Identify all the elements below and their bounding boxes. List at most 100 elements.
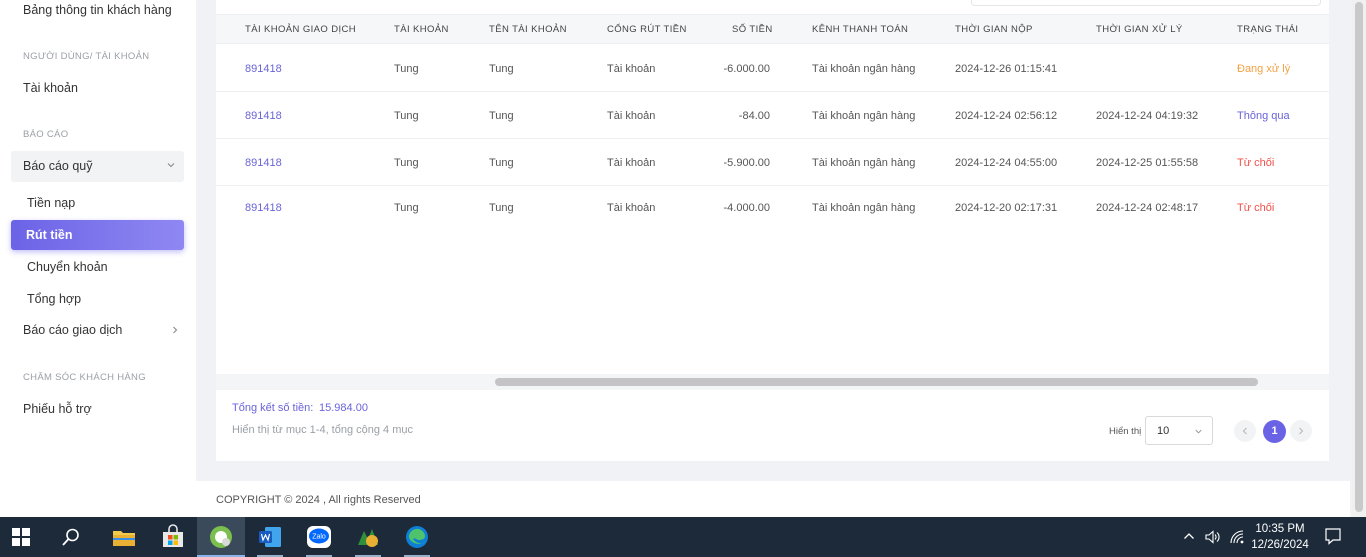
sidebar-item-customer-info[interactable]: Bảng thông tin khách hàng: [23, 3, 172, 17]
table-row: 891418 Tung Tung Tài khoản -84.00 Tài kh…: [216, 92, 1329, 139]
taskbar: Zalo 10:35 PM 12/26/2024: [0, 517, 1366, 557]
account-name-cell: Tung: [489, 110, 514, 122]
zalo-icon[interactable]: Zalo: [305, 523, 333, 551]
trading-account-link[interactable]: 891418: [245, 110, 282, 122]
amount-cell: -4.000.00: [723, 202, 770, 214]
metatrader-icon[interactable]: [354, 523, 382, 551]
taskbar-clock[interactable]: 10:35 PM 12/26/2024: [1248, 521, 1312, 553]
status-badge: Từ chối: [1237, 202, 1275, 214]
table-row: 891418 Tung Tung Tài khoản -4.000.00 Tài…: [216, 186, 1329, 233]
edge-icon[interactable]: [403, 523, 431, 551]
clock-date: 12/26/2024: [1251, 539, 1309, 551]
account-cell: Tung: [394, 202, 419, 214]
sidebar-section-users: NGƯỜI DÙNG/ TÀI KHOẢN: [23, 51, 150, 62]
sidebar-item-deposit[interactable]: Tiền nạp: [27, 196, 75, 210]
sidebar-section-care: CHĂM SÓC KHÁCH HÀNG: [23, 372, 146, 383]
payment-channel-cell: Tài khoản ngân hàng: [812, 157, 916, 169]
payment-channel-cell: Tài khoản ngân hàng: [812, 202, 916, 214]
scrollbar-thumb[interactable]: [1355, 2, 1363, 512]
next-page-button[interactable]: [1290, 420, 1312, 442]
pagination-range-text: Hiển thị từ mục 1-4, tổng cộng 4 mục: [232, 424, 414, 436]
page-size-select[interactable]: 10: [1145, 416, 1213, 445]
sidebar-item-transfer[interactable]: Chuyển khoản: [27, 260, 108, 274]
scrollbar-thumb[interactable]: [495, 378, 1258, 386]
chevron-right-icon: [1299, 427, 1304, 435]
status-badge: Đang xử lý: [1237, 63, 1291, 75]
page-scrollbar[interactable]: [1352, 0, 1366, 517]
chevron-down-icon: [1195, 429, 1202, 434]
filter-bar-edge: [971, 0, 1321, 6]
column-header: TÊN TÀI KHOẢN: [489, 24, 567, 35]
sidebar-section-reports: BÁO CÁO: [23, 129, 69, 140]
sidebar-item-trade-report[interactable]: Báo cáo giao dịch: [23, 323, 122, 337]
windows-start-icon[interactable]: [11, 527, 31, 547]
amount-cell: -84.00: [738, 110, 770, 122]
sidebar-item-label: Rút tiền: [26, 228, 73, 242]
process-time-cell: 2024-12-24 04:19:32: [1096, 110, 1199, 122]
sidebar-item-support-ticket[interactable]: Phiếu hỗ trợ: [23, 402, 92, 416]
account-name-cell: Tung: [489, 157, 514, 169]
account-cell: Tung: [394, 157, 419, 169]
table-row: 891418 Tung Tung Tài khoản -5.900.00 Tài…: [216, 139, 1329, 186]
chevron-up-icon[interactable]: [1183, 531, 1195, 541]
search-icon[interactable]: [61, 527, 81, 547]
prev-page-button[interactable]: [1234, 420, 1256, 442]
sidebar-item-summary[interactable]: Tổng hợp: [27, 292, 81, 306]
app-icon[interactable]: [207, 523, 235, 551]
submit-time-cell: 2024-12-20 02:17:31: [955, 202, 1058, 214]
submit-time-cell: 2024-12-26 01:15:41: [955, 63, 1058, 75]
account-name-cell: Tung: [489, 63, 514, 75]
sidebar-item-label: Báo cáo quỹ: [23, 159, 93, 173]
column-header: THỜI GIAN XỬ LÝ: [1096, 24, 1183, 35]
column-header: SỐ TIỀN: [732, 24, 773, 35]
horizontal-scrollbar[interactable]: [216, 374, 1329, 390]
withdraw-table-card: TÀI KHOẢN GIAO DỊCH TÀI KHOẢN TÊN TÀI KH…: [216, 0, 1329, 461]
process-time-cell: 2024-12-25 01:55:58: [1096, 157, 1199, 169]
submit-time-cell: 2024-12-24 04:55:00: [955, 157, 1058, 169]
process-time-cell: 2024-12-24 02:48:17: [1096, 202, 1199, 214]
file-explorer-icon[interactable]: [110, 523, 138, 551]
chevron-down-icon: [167, 163, 175, 168]
column-header: CỔNG RÚT TIỀN: [607, 24, 687, 35]
payment-channel-cell: Tài khoản ngân hàng: [812, 110, 916, 122]
current-page-button[interactable]: 1: [1263, 420, 1286, 443]
sidebar-item-withdraw[interactable]: Rút tiền: [11, 220, 184, 250]
status-badge: Thông qua: [1237, 110, 1290, 122]
amount-cell: -5.900.00: [723, 157, 770, 169]
trading-account-link[interactable]: 891418: [245, 157, 282, 169]
svg-text:Zalo: Zalo: [312, 534, 326, 541]
total-amount-label: Tổng kết số tiền:: [232, 402, 314, 414]
chevron-right-icon: [173, 326, 178, 334]
amount-cell: -6.000.00: [723, 63, 770, 75]
withdraw-gateway-cell: Tài khoản: [607, 63, 656, 75]
withdraw-gateway-cell: Tài khoản: [607, 202, 656, 214]
copyright-text: COPYRIGHT © 2024 , All rights Reserved: [216, 494, 421, 506]
submit-time-cell: 2024-12-24 02:56:12: [955, 110, 1058, 122]
volume-icon[interactable]: [1204, 529, 1220, 545]
account-name-cell: Tung: [489, 202, 514, 214]
column-header: TÀI KHOẢN GIAO DỊCH: [245, 24, 357, 35]
page-size-label: Hiển thị: [1109, 426, 1142, 437]
withdraw-gateway-cell: Tài khoản: [607, 110, 656, 122]
account-cell: Tung: [394, 63, 419, 75]
total-amount-value: 15.984.00: [319, 402, 368, 414]
column-header: KÊNH THANH TOÁN: [812, 24, 909, 35]
table-header: TÀI KHOẢN GIAO DỊCH TÀI KHOẢN TÊN TÀI KH…: [216, 14, 1329, 44]
clock-time: 10:35 PM: [1255, 523, 1305, 535]
store-icon[interactable]: [159, 523, 187, 551]
column-header: TÀI KHOẢN: [394, 24, 449, 35]
sidebar: Bảng thông tin khách hàng NGƯỜI DÙNG/ TÀ…: [0, 0, 196, 517]
trading-account-link[interactable]: 891418: [245, 202, 282, 214]
sidebar-item-account[interactable]: Tài khoản: [23, 81, 78, 95]
page-size-value: 10: [1157, 425, 1170, 437]
wifi-icon[interactable]: [1229, 529, 1245, 545]
trading-account-link[interactable]: 891418: [245, 63, 282, 75]
account-cell: Tung: [394, 110, 419, 122]
notification-icon[interactable]: [1324, 527, 1342, 545]
sidebar-item-fund-report[interactable]: Báo cáo quỹ: [11, 151, 184, 182]
word-icon[interactable]: [256, 523, 284, 551]
payment-channel-cell: Tài khoản ngân hàng: [812, 63, 916, 75]
column-header: TRẠNG THÁI: [1237, 24, 1299, 35]
status-badge: Từ chối: [1237, 157, 1275, 169]
column-header: THỜI GIAN NỘP: [955, 24, 1033, 35]
